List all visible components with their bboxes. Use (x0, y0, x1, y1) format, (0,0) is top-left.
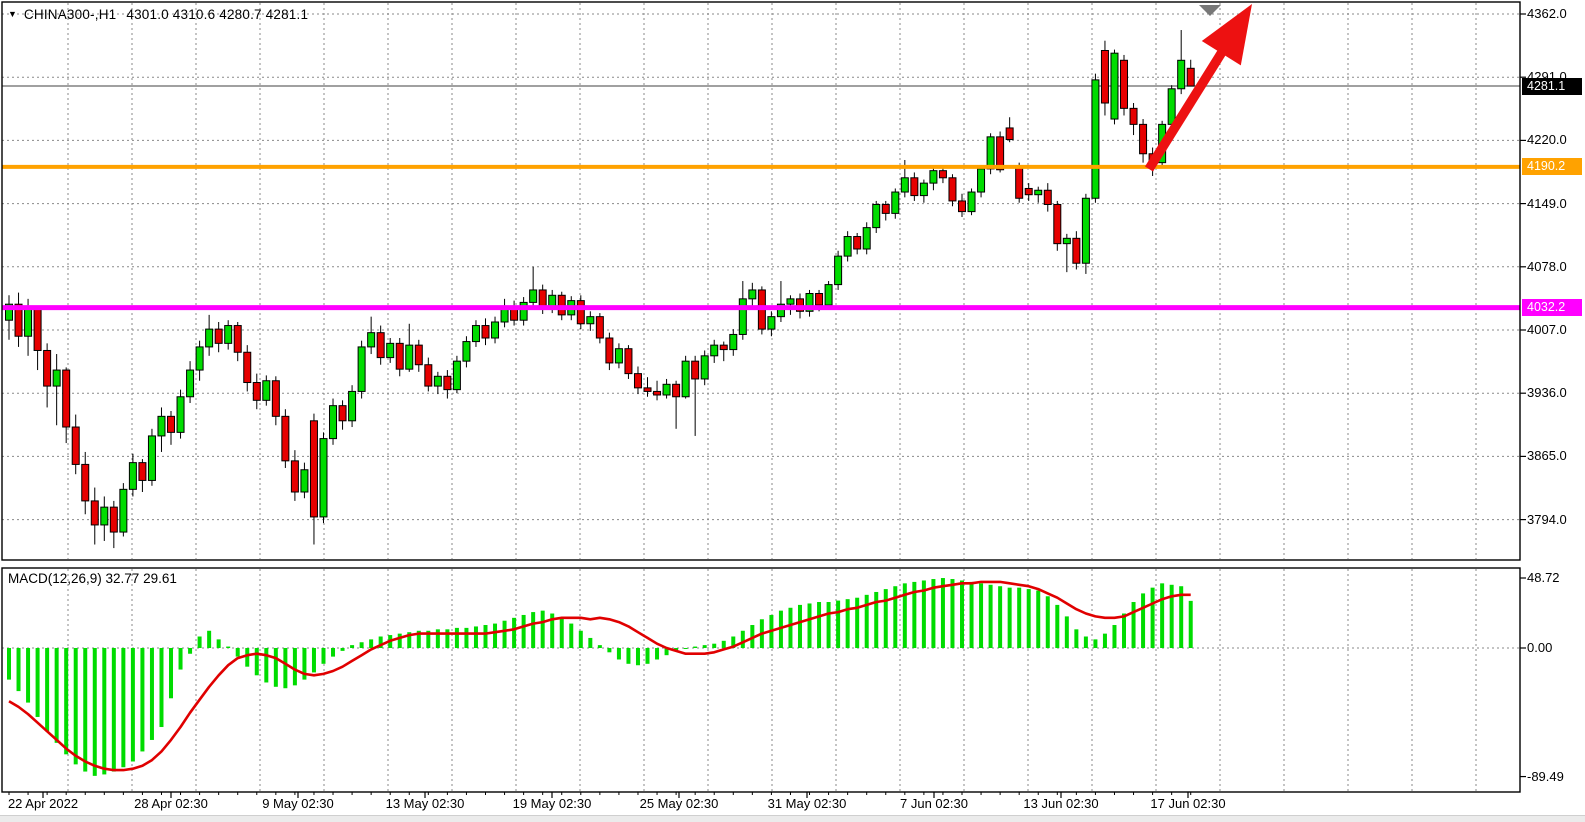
macd-axis-label: -89.49 (1527, 769, 1564, 784)
price-axis-label: 4149.0 (1527, 196, 1567, 211)
grid-lines (2, 3, 1520, 791)
support-price-tag: 4032.2 (1522, 299, 1582, 316)
time-axis-label: 19 May 02:30 (487, 796, 617, 811)
price-axis-label: 3865.0 (1527, 448, 1567, 463)
horizontal-level-lines[interactable] (2, 167, 1520, 308)
time-axis-label: 17 Jun 02:30 (1123, 796, 1253, 811)
time-axis-label: 7 Jun 02:30 (869, 796, 999, 811)
time-axis-label: 28 Apr 02:30 (106, 796, 236, 811)
symbol-timeframe-title: CHINA300-,H1 (24, 7, 116, 22)
price-axis-label: 4078.0 (1527, 259, 1567, 274)
bottom-status-strip (0, 815, 1585, 822)
time-axis-label: 31 May 02:30 (742, 796, 872, 811)
resistance-price-tag: 4190.2 (1522, 158, 1582, 175)
price-axis-label: 4220.0 (1527, 132, 1567, 147)
time-axis-label: 25 May 02:30 (614, 796, 744, 811)
pane-borders (2, 2, 1520, 792)
time-axis-label: 13 Jun 02:30 (996, 796, 1126, 811)
price-axis-label: 4007.0 (1527, 322, 1567, 337)
ohlc-readout: 4301.0 4310.6 4280.7 4281.1 (126, 7, 308, 22)
chart-canvas[interactable] (0, 0, 1585, 822)
chart-symbol-icon: ▼ (8, 5, 17, 23)
candlestick-series[interactable] (6, 30, 1195, 548)
last-price-tag: 4281.1 (1522, 78, 1582, 95)
macd-indicator-label: MACD(12,26,9) 32.77 29.61 (8, 571, 177, 586)
price-axis-label: 3794.0 (1527, 512, 1567, 527)
macd-series[interactable] (7, 578, 1193, 776)
price-axis-label: 3936.0 (1527, 385, 1567, 400)
price-axis-label: 4362.0 (1527, 6, 1567, 21)
macd-axis-label: 0.00 (1527, 640, 1552, 655)
time-axis-label: 13 May 02:30 (360, 796, 490, 811)
time-axis-label: 22 Apr 2022 (0, 796, 108, 811)
axis-ticks (9, 14, 1526, 798)
macd-axis-label: 48.72 (1527, 570, 1560, 585)
chart-window: ▼ CHINA300-,H1 4301.0 4310.6 4280.7 4281… (0, 0, 1585, 822)
time-axis-label: 9 May 02:30 (233, 796, 363, 811)
chart-title-bar: ▼ CHINA300-,H1 4301.0 4310.6 4280.7 4281… (8, 5, 308, 23)
